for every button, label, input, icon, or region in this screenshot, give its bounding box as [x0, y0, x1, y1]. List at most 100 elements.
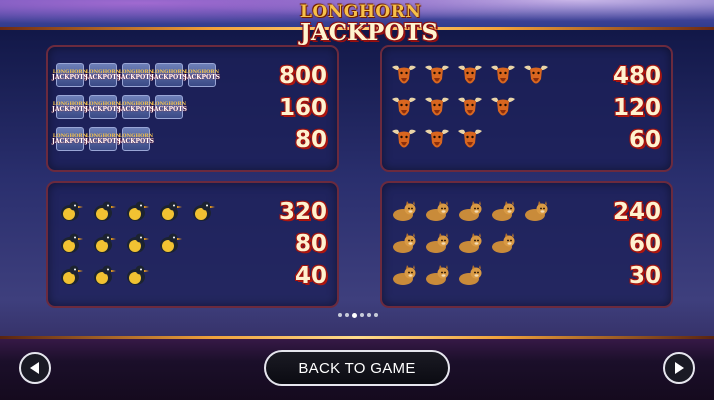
cougar-icon — [393, 201, 416, 221]
bird-icon — [61, 265, 83, 285]
payout-5-of-kind: 320 — [278, 199, 327, 225]
page-indicator — [338, 313, 382, 319]
payout-4-of-kind: 160 — [278, 95, 327, 121]
cougar-icon — [492, 233, 515, 253]
bull-head-icon — [425, 65, 449, 84]
bull-head-icon — [425, 97, 449, 116]
bird-icon — [127, 233, 149, 253]
page-dot — [367, 313, 371, 317]
payout-3-of-kind: 30 — [628, 263, 661, 289]
payout-3-of-kind: 60 — [628, 127, 661, 153]
symbol-row-3 — [56, 261, 150, 289]
bull-head-icon — [491, 65, 515, 84]
bull-head-icon — [458, 97, 482, 116]
logo-mini-line-2: JACKPOTS — [84, 73, 122, 81]
cougar-icon — [459, 233, 482, 253]
paytable-panel-jackpot: LONGHORN JACKPOTS LONGHORN JACKPOTS LONGHORN… — [46, 45, 339, 172]
logo-mini-line-2: JACKPOTS — [84, 137, 122, 145]
symbol-row-5 — [390, 61, 550, 89]
bull-head-icon — [458, 65, 482, 84]
bird-icon — [127, 265, 149, 285]
logo-mini-line-2: JACKPOTS — [117, 105, 155, 113]
payout-5-of-kind: 800 — [278, 63, 327, 89]
symbol-row-3: LONGHORN JACKPOTS LONGHORN JACKPOTS LONGHORN… — [52, 125, 154, 153]
paytable-panel-bull: 480 120 60 — [380, 45, 673, 172]
cougar-icon — [426, 265, 449, 285]
logo-mini-line-2: JACKPOTS — [117, 137, 155, 145]
longhorn-jackpots-logo: LONGHORN JACKPOTS — [85, 95, 121, 119]
payout-4-of-kind: 80 — [294, 231, 327, 257]
back-to-game-button[interactable]: BACK TO GAME — [264, 350, 450, 386]
cougar-icon — [426, 233, 449, 253]
arrow-left-icon — [30, 362, 39, 374]
bird-icon — [94, 265, 116, 285]
longhorn-jackpots-logo: LONGHORN JACKPOTS — [118, 127, 154, 151]
bull-head-icon — [425, 129, 449, 148]
paytable-panel-bird: 320 80 40 — [46, 181, 339, 308]
symbol-row-5 — [390, 197, 550, 225]
page-dot — [338, 313, 342, 317]
cougar-icon — [426, 201, 449, 221]
longhorn-jackpots-logo: LONGHORN JACKPOTS — [52, 63, 88, 87]
next-page-button[interactable] — [663, 352, 695, 384]
bird-icon — [127, 201, 149, 221]
longhorn-jackpots-logo: LONGHORN JACKPOTS — [52, 95, 88, 119]
payout-5-of-kind: 480 — [612, 63, 661, 89]
page-dot-active — [352, 313, 357, 318]
bull-head-icon — [458, 129, 482, 148]
symbol-row-5 — [56, 197, 216, 225]
logo-mini-line-2: JACKPOTS — [51, 137, 89, 145]
longhorn-jackpots-logo: LONGHORN JACKPOTS — [52, 127, 88, 151]
bull-head-icon — [392, 65, 416, 84]
bull-head-icon — [491, 97, 515, 116]
longhorn-jackpots-logo: LONGHORN JACKPOTS — [151, 63, 187, 87]
bull-head-icon — [392, 129, 416, 148]
symbol-row-5: LONGHORN JACKPOTS LONGHORN JACKPOTS LONGHORN… — [52, 61, 220, 89]
bird-icon — [193, 201, 215, 221]
longhorn-jackpots-logo: LONGHORN JACKPOTS — [85, 127, 121, 151]
symbol-row-3 — [390, 125, 484, 153]
logo-mini-line-2: JACKPOTS — [150, 105, 188, 113]
bird-icon — [61, 233, 83, 253]
symbol-row-4: LONGHORN JACKPOTS LONGHORN JACKPOTS LONGHORN… — [52, 93, 187, 121]
bird-icon — [160, 233, 182, 253]
payout-3-of-kind: 80 — [294, 127, 327, 153]
logo-mini-line-2: JACKPOTS — [183, 73, 221, 81]
bird-icon — [94, 233, 116, 253]
cougar-icon — [459, 265, 482, 285]
bird-icon — [61, 201, 83, 221]
longhorn-jackpots-logo: LONGHORN JACKPOTS — [118, 63, 154, 87]
payout-4-of-kind: 120 — [612, 95, 661, 121]
game-logo: LONGHORN JACKPOTS — [300, 2, 439, 54]
paytable-panel-cougar: 240 60 30 — [380, 181, 673, 308]
longhorn-jackpots-logo: LONGHORN JACKPOTS — [184, 63, 220, 87]
arrow-right-icon — [675, 362, 684, 374]
bull-head-icon — [392, 97, 416, 116]
payout-5-of-kind: 240 — [612, 199, 661, 225]
bull-head-icon — [524, 65, 548, 84]
cougar-icon — [525, 201, 548, 221]
bird-icon — [94, 201, 116, 221]
page-dot — [360, 313, 364, 317]
previous-page-button[interactable] — [19, 352, 51, 384]
symbol-row-4 — [390, 229, 517, 257]
longhorn-jackpots-logo: LONGHORN JACKPOTS — [85, 63, 121, 87]
symbol-row-3 — [390, 261, 484, 289]
longhorn-jackpots-logo: LONGHORN JACKPOTS — [118, 95, 154, 119]
logo-mini-line-2: JACKPOTS — [117, 73, 155, 81]
payout-4-of-kind: 60 — [628, 231, 661, 257]
logo-mini-line-2: JACKPOTS — [51, 73, 89, 81]
logo-mini-line-2: JACKPOTS — [84, 105, 122, 113]
bird-icon — [160, 201, 182, 221]
symbol-row-4 — [390, 93, 517, 121]
page-dot — [374, 313, 378, 317]
payout-3-of-kind: 40 — [294, 263, 327, 289]
logo-mini-line-2: JACKPOTS — [150, 73, 188, 81]
cougar-icon — [393, 265, 416, 285]
longhorn-jackpots-logo: LONGHORN JACKPOTS — [151, 95, 187, 119]
cougar-icon — [492, 201, 515, 221]
symbol-row-4 — [56, 229, 183, 257]
logo-mini-line-2: JACKPOTS — [51, 105, 89, 113]
logo-line-2: JACKPOTS — [300, 19, 439, 46]
cougar-icon — [459, 201, 482, 221]
